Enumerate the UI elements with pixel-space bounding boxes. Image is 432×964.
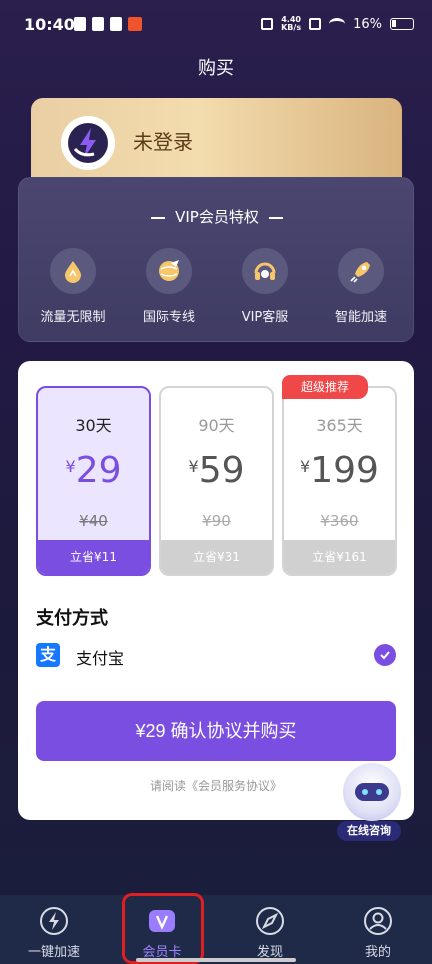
purchase-card: 30天 ¥29 ¥40 立省¥11 90天 ¥59 ¥90 立省¥31 365天…: [18, 361, 414, 820]
vip-perks-panel: VIP会员特权 流量无限制 国际专线 VIP客服 智能加速: [18, 177, 414, 342]
plan-savings: 立省¥11: [38, 540, 149, 574]
recommended-badge: 超级推荐: [282, 375, 368, 399]
vibrate-icon: [261, 18, 274, 30]
headset-icon: [242, 248, 288, 294]
perk-unlimited-traffic: 流量无限制: [28, 248, 118, 325]
lightning-icon: [40, 907, 68, 935]
plan-original-price: ¥360: [320, 512, 359, 530]
perk-list: 流量无限制 国际专线 VIP客服 智能加速: [19, 248, 415, 325]
perk-smart-acceleration: 智能加速: [316, 248, 406, 325]
plan-savings: 立省¥31: [161, 540, 272, 574]
user-icon: [364, 907, 392, 935]
check-icon[interactable]: [374, 644, 396, 666]
sim-icon: [74, 17, 86, 31]
payment-method-name: 支付宝: [76, 649, 125, 668]
globe-plane-icon: [146, 248, 192, 294]
online-consult-label: 在线咨询: [337, 821, 401, 841]
plan-365-days[interactable]: 365天 ¥199 ¥360 立省¥161: [282, 386, 397, 576]
home-indicator: [136, 958, 296, 962]
network-speed: 4.40 KB/s: [281, 15, 302, 32]
online-consult-button[interactable]: 在线咨询: [337, 763, 407, 843]
app-notification-icon: [92, 17, 104, 31]
wifi-icon: [329, 18, 346, 30]
perk-international-line: 国际专线: [124, 248, 214, 325]
rocket-drop-icon: [50, 248, 96, 294]
bottom-nav: 一键加速 会员卡 发现 我的: [0, 895, 432, 964]
plan-list: 30天 ¥29 ¥40 立省¥11 90天 ¥59 ¥90 立省¥31 365天…: [36, 386, 397, 576]
page-title: 购买: [198, 58, 234, 79]
highlight-annotation: [122, 893, 204, 964]
plan-original-price: ¥40: [79, 512, 108, 530]
nav-item-discover[interactable]: 发现: [216, 895, 324, 964]
robot-icon: [343, 763, 401, 821]
plan-30-days[interactable]: 30天 ¥29 ¥40 立省¥11: [36, 386, 151, 576]
confirm-purchase-button[interactable]: ¥29 确认协议并购买: [36, 701, 396, 761]
compass-icon: [256, 907, 284, 935]
plan-original-price: ¥90: [202, 512, 231, 530]
perk-vip-support: VIP客服: [220, 248, 310, 325]
notification-icons: [74, 17, 142, 31]
battery-icon: [390, 18, 414, 30]
plan-price: ¥29: [65, 450, 122, 491]
app-badge-icon: [128, 17, 142, 31]
battery-percent: 16%: [353, 16, 382, 32]
app-logo-icon: [61, 116, 115, 170]
payment-method-title: 支付方式: [36, 608, 108, 629]
alipay-icon: 支: [36, 643, 60, 667]
status-time: 10:40: [24, 15, 75, 34]
sim-card-icon: [309, 18, 322, 30]
nav-item-mine[interactable]: 我的: [324, 895, 432, 964]
nav-item-accelerate[interactable]: 一键加速: [0, 895, 108, 964]
plan-90-days[interactable]: 90天 ¥59 ¥90 立省¥31: [159, 386, 274, 576]
rocket-icon: [338, 248, 384, 294]
login-status-text: 未登录: [133, 130, 193, 154]
plan-savings: 立省¥161: [284, 540, 395, 574]
plan-price: ¥59: [188, 450, 245, 491]
vip-perks-title: VIP会员特权: [19, 206, 415, 227]
status-bar: 10:40 4.40 KB/s 16%: [0, 0, 432, 52]
payment-option-alipay[interactable]: 支 支付宝: [36, 643, 396, 669]
plan-price: ¥199: [300, 450, 379, 491]
tiktok-icon: [110, 17, 122, 31]
status-right: 4.40 KB/s 16%: [261, 16, 414, 32]
